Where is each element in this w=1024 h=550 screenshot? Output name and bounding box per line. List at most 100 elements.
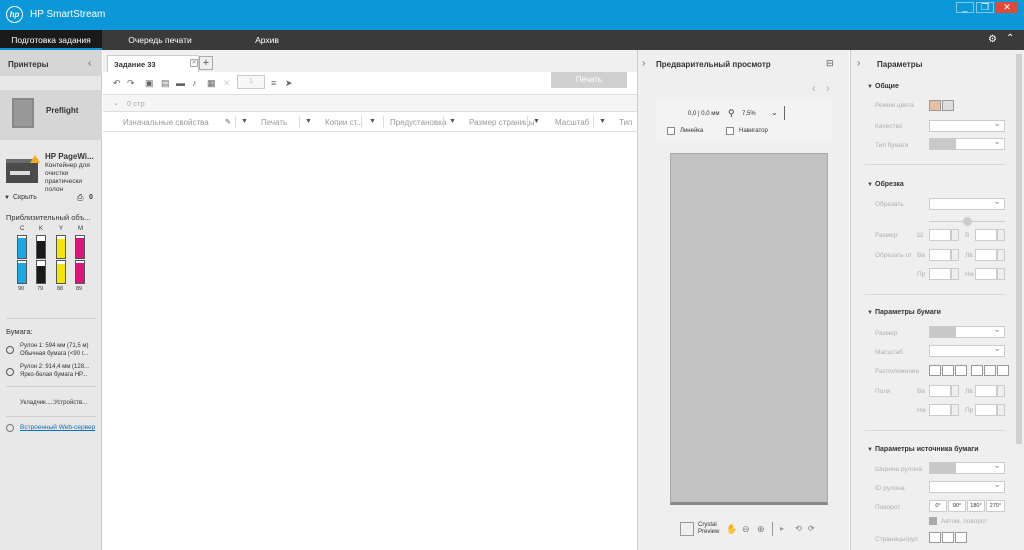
roll-1-size[interactable]: Рулон 1: 594 мм (71,5 м) (20, 343, 89, 349)
filter-icon[interactable]: ▼ (599, 118, 606, 125)
right-spinner[interactable] (951, 268, 959, 280)
list-icon[interactable]: ≡ (271, 78, 276, 88)
width-input[interactable] (929, 229, 951, 241)
color-mode-color-icon[interactable] (929, 100, 941, 111)
zoom-dropdown-icon[interactable]: ⌄ (771, 108, 778, 117)
folder-icon[interactable]: ▬ (176, 78, 185, 88)
margin-right-input[interactable] (975, 404, 997, 416)
auto-rotate-checkbox[interactable] (929, 517, 937, 525)
column-header[interactable]: Тип (619, 118, 632, 127)
column-header[interactable]: Печать (261, 118, 287, 127)
rotate-180-button[interactable]: 180° (967, 500, 985, 512)
bottom-input[interactable] (975, 268, 997, 280)
next-page-icon[interactable]: › (826, 83, 830, 95)
close-button[interactable]: ✕ (996, 2, 1018, 13)
margin-right-spinner[interactable] (997, 404, 1005, 416)
undo-icon[interactable]: ↶ (113, 78, 121, 89)
paper-size-dropdown[interactable] (929, 324, 1005, 338)
flip-icon[interactable]: ▸ (780, 524, 784, 533)
crystal-preview-icon[interactable] (680, 522, 694, 536)
roll-1-paper[interactable]: Обычная бумага (<90 г... (20, 351, 88, 357)
zoom-icon[interactable]: ⚲ (728, 108, 735, 119)
right-input[interactable] (929, 268, 951, 280)
close-tab-icon[interactable]: ✕ (190, 59, 198, 67)
navigator-checkbox[interactable] (726, 127, 734, 135)
roll-id-dropdown[interactable] (929, 479, 1005, 493)
align-right-icon[interactable] (997, 365, 1009, 376)
align-bottom-center-icon[interactable] (942, 365, 954, 376)
print-button[interactable]: Печать (551, 72, 627, 88)
stacker-status[interactable]: Укладчик....:Устройств... (20, 400, 87, 406)
maximize-button[interactable]: ❐ (976, 2, 994, 13)
roll-2-paper[interactable]: Ярко-белая бумага HP... (20, 372, 87, 378)
clipboard-icon[interactable]: ▦ (207, 78, 216, 89)
tab-print-queue[interactable]: Очередь печати (110, 30, 210, 50)
filter-icon[interactable]: ▼ (449, 118, 456, 125)
redo-icon[interactable]: ↷ (127, 78, 135, 89)
paper-type-dropdown[interactable] (929, 136, 1005, 150)
layout-2-icon[interactable] (942, 532, 954, 543)
roll-2-size[interactable]: Рулон 2: 914,4 мм (128... (20, 364, 89, 370)
margin-top-input[interactable] (929, 385, 951, 397)
delete-icon[interactable]: ✕ (223, 78, 231, 89)
align-middle-icon[interactable] (984, 365, 996, 376)
prev-page-icon[interactable]: ‹ (812, 83, 816, 95)
column-header[interactable]: Масштаб (555, 118, 589, 127)
tab-job-33[interactable]: Задание 33 ✕ (107, 55, 199, 72)
pin-icon[interactable]: ✎ (225, 118, 231, 126)
height-input[interactable] (975, 229, 997, 241)
margin-top-spinner[interactable] (951, 385, 959, 397)
params-scrollbar[interactable] (1016, 54, 1022, 444)
web-server-link[interactable]: Встроенный Web-сервер (20, 424, 95, 431)
gear-icon[interactable]: ⚙ (988, 34, 997, 45)
margin-left-spinner[interactable] (997, 385, 1005, 397)
preflight-item[interactable]: Preflight (0, 90, 102, 140)
zoom-in-icon[interactable]: ⊕ (757, 524, 765, 535)
split-view-icon[interactable]: ⊟ (826, 58, 834, 69)
column-header[interactable]: Размер страницы (469, 118, 535, 127)
top-input[interactable] (929, 249, 951, 261)
minimize-button[interactable]: _ (956, 2, 974, 13)
hide-link[interactable]: Скрыть (13, 194, 37, 201)
height-spinner[interactable] (997, 229, 1005, 241)
section-paper-params[interactable]: Параметры бумаги (875, 309, 941, 316)
triangle-down-icon[interactable]: ▼ (867, 447, 873, 453)
margin-left-input[interactable] (975, 385, 997, 397)
align-bottom-left-icon[interactable] (929, 365, 941, 376)
layout-1-icon[interactable] (929, 532, 941, 543)
collapse-params-icon[interactable]: › (857, 58, 860, 69)
filter-icon[interactable]: ▼ (241, 118, 248, 125)
hand-icon[interactable]: ✋ (726, 524, 737, 535)
triangle-down-icon[interactable]: ▼ (867, 310, 873, 316)
collapse-preview-icon[interactable]: › (642, 58, 645, 69)
scale-dropdown[interactable] (929, 343, 1005, 357)
tab-archive[interactable]: Архив (232, 30, 302, 50)
layout-3-icon[interactable] (955, 532, 967, 543)
bottom-spinner[interactable] (997, 268, 1005, 280)
column-header[interactable]: Изначальные свойства (123, 118, 209, 127)
rotate-0-button[interactable]: 0° (929, 500, 947, 512)
top-spinner[interactable] (951, 249, 959, 261)
align-top-icon[interactable] (971, 365, 983, 376)
zoom-out-icon[interactable]: ⊖ (742, 524, 750, 535)
zoom-level[interactable]: 7,5% (742, 111, 756, 117)
section-general[interactable]: Общие (875, 83, 899, 90)
width-spinner[interactable] (951, 229, 959, 241)
filter-icon[interactable]: ▼ (305, 118, 312, 125)
section-trim[interactable]: Обрезка (875, 181, 904, 188)
roll-width-dropdown[interactable] (929, 460, 1005, 474)
printer-name[interactable]: HP PageWi... (45, 152, 94, 161)
triangle-down-icon[interactable]: ▼ (867, 182, 873, 188)
quality-dropdown[interactable] (929, 118, 1005, 132)
crystal-preview-label[interactable]: Crystal Preview (698, 522, 726, 536)
copies-stepper[interactable]: 1 (237, 75, 265, 89)
collapse-left-icon[interactable]: ‹ (88, 58, 91, 69)
send-icon[interactable]: ➤ (285, 78, 293, 89)
expand-icon[interactable]: ⌄ (113, 99, 119, 107)
margin-bottom-spinner[interactable] (951, 404, 959, 416)
save-icon[interactable]: ▤ (161, 78, 170, 89)
rotate-left-icon[interactable]: ⟲ (795, 524, 802, 533)
filter-icon[interactable]: ▼ (533, 118, 540, 125)
margin-bottom-input[interactable] (929, 404, 951, 416)
left-input[interactable] (975, 249, 997, 261)
